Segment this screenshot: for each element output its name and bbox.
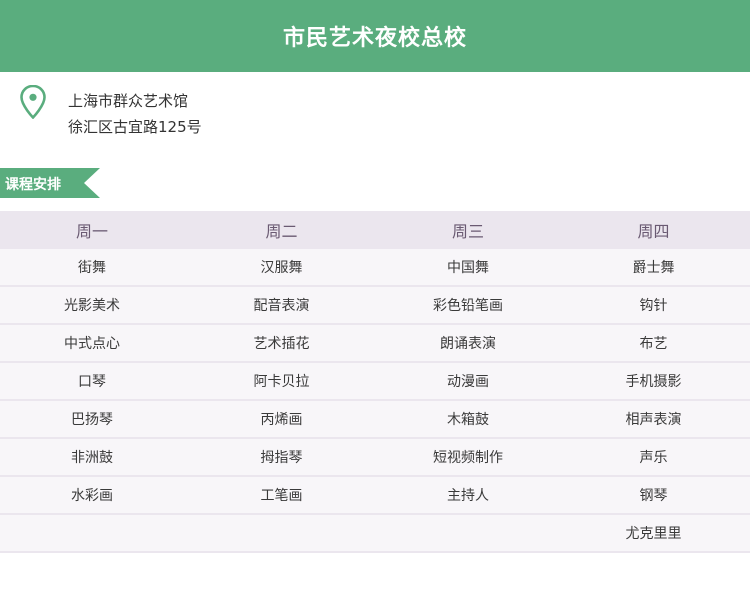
course-cell: 相声表演 xyxy=(625,412,682,428)
day-header: 周二 xyxy=(265,222,298,241)
course-cell: 主持人 xyxy=(447,488,489,504)
table-row: 非洲鼓 拇指琴 短视频制作 声乐 xyxy=(0,439,750,477)
course-cell: 钩针 xyxy=(639,298,668,314)
course-cell: 工笔画 xyxy=(260,488,303,504)
location-block: 上海市群众艺术馆 徐汇区古宜路125号 xyxy=(20,84,720,140)
app-header: 市民艺术夜校总校 xyxy=(0,0,750,72)
course-cell: 朗诵表演 xyxy=(440,336,496,352)
course-cell: 街舞 xyxy=(78,260,106,276)
course-cell xyxy=(184,515,379,551)
course-cell: 艺术插花 xyxy=(253,336,310,352)
day-header: 周四 xyxy=(637,222,670,241)
course-cell: 爵士舞 xyxy=(632,260,675,276)
course-cell xyxy=(0,515,184,551)
course-cell: 中式点心 xyxy=(64,336,120,352)
course-cell: 短视频制作 xyxy=(433,450,503,466)
course-cell: 口琴 xyxy=(78,374,106,390)
page-title: 市民艺术夜校总校 xyxy=(282,26,467,51)
course-cell: 光影美术 xyxy=(64,298,120,314)
course-cell: 阿卡贝拉 xyxy=(253,374,310,390)
venue-address: 徐汇区古宜路125号 xyxy=(68,118,202,136)
course-cell: 尤克里里 xyxy=(625,526,682,542)
day-header: 周三 xyxy=(451,222,484,241)
course-cell: 木箱鼓 xyxy=(447,412,489,428)
course-cell: 巴扬琴 xyxy=(71,412,113,428)
section-tag: 课程安排 xyxy=(0,168,100,198)
course-cell: 彩色铅笔画 xyxy=(433,298,503,314)
schedule-table: 周一 周二 周三 周四 街舞 汉服舞 中国舞 爵士舞 光影美术 配音表演 彩色铅… xyxy=(0,211,750,553)
venue-name: 上海市群众艺术馆 xyxy=(68,92,189,110)
course-cell: 水彩画 xyxy=(71,488,113,504)
course-cell: 配音表演 xyxy=(253,298,310,314)
location-pin-icon xyxy=(20,84,46,120)
day-header: 周一 xyxy=(75,222,108,241)
course-cell: 中国舞 xyxy=(447,260,489,276)
table-row: 水彩画 工笔画 主持人 钢琴 xyxy=(0,477,750,515)
course-cell: 手机摄影 xyxy=(625,374,682,390)
table-row: 街舞 汉服舞 中国舞 爵士舞 xyxy=(0,249,750,287)
schedule-header-row: 周一 周二 周三 周四 xyxy=(0,211,750,249)
course-cell: 丙烯画 xyxy=(260,412,303,428)
course-cell: 布艺 xyxy=(639,336,668,352)
table-row: 光影美术 配音表演 彩色铅笔画 钩针 xyxy=(0,287,750,325)
course-cell: 拇指琴 xyxy=(260,450,303,466)
course-cell: 声乐 xyxy=(639,450,668,466)
table-row: 尤克里里 xyxy=(0,515,750,553)
course-cell: 动漫画 xyxy=(447,374,489,390)
course-cell: 钢琴 xyxy=(639,488,668,504)
table-row: 巴扬琴 丙烯画 木箱鼓 相声表演 xyxy=(0,401,750,439)
section-label: 课程安排 xyxy=(5,177,61,193)
table-row: 口琴 阿卡贝拉 动漫画 手机摄影 xyxy=(0,363,750,401)
course-cell: 非洲鼓 xyxy=(71,450,113,466)
course-cell xyxy=(379,515,557,551)
table-row: 中式点心 艺术插花 朗诵表演 布艺 xyxy=(0,325,750,363)
course-cell: 汉服舞 xyxy=(260,260,303,276)
